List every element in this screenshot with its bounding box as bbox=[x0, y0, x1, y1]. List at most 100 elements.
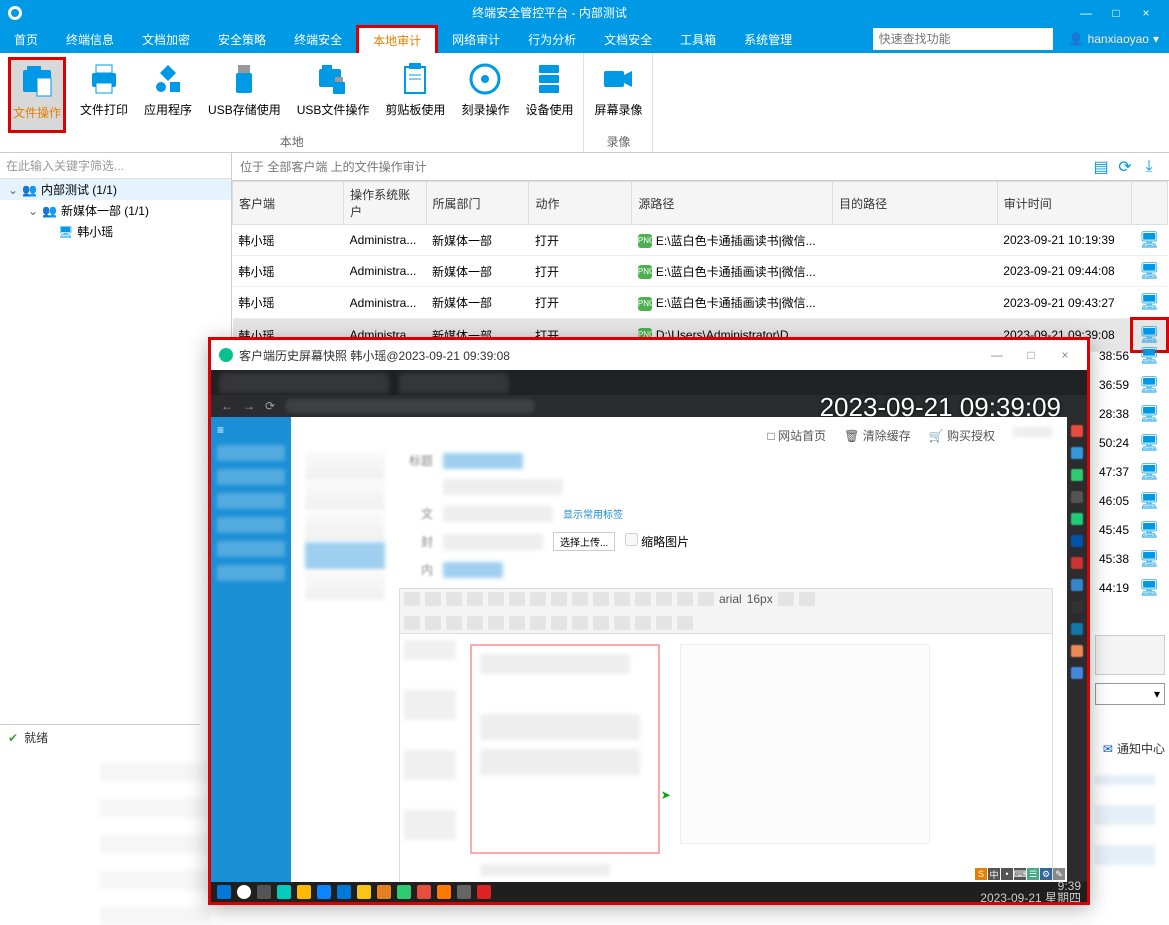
tree-filter[interactable]: 在此输入关键字筛选... bbox=[0, 153, 231, 179]
view-screenshot-icon[interactable]: 🖥 bbox=[1139, 462, 1159, 482]
view-screenshot-icon[interactable]: 🖥 bbox=[1139, 375, 1159, 395]
refresh-button[interactable]: ⟳ bbox=[1113, 157, 1137, 177]
taskview-icon bbox=[257, 885, 271, 899]
usb-file-icon bbox=[315, 61, 351, 97]
table-row[interactable]: 47:37🖥 bbox=[1079, 457, 1159, 486]
user-menu[interactable]: 👤 hanxiaoyao ▾ bbox=[1059, 25, 1169, 53]
popup-close[interactable]: × bbox=[1051, 348, 1079, 362]
menu-doc-security[interactable]: 文档安全 bbox=[590, 25, 666, 53]
explorer-icon bbox=[297, 885, 311, 899]
menu-security-policy[interactable]: 安全策略 bbox=[204, 25, 280, 53]
table-row[interactable]: 28:38🖥 bbox=[1079, 399, 1159, 428]
table-row[interactable]: 韩小瑶Administra...新媒体一部打开PNGE:\蓝白色卡通插画读书|微… bbox=[233, 256, 1168, 287]
apps-icon bbox=[150, 61, 186, 97]
table-row[interactable]: 46:05🖥 bbox=[1079, 486, 1159, 515]
menu-terminal-security[interactable]: 终端安全 bbox=[280, 25, 356, 53]
menu-doc-encrypt[interactable]: 文档加密 bbox=[128, 25, 204, 53]
page-size-select[interactable]: ▾ bbox=[1095, 683, 1165, 705]
menu-home[interactable]: 首页 bbox=[0, 25, 52, 53]
th-os[interactable]: 操作系统账户 bbox=[344, 182, 426, 225]
tree-dept[interactable]: ⌄👥新媒体一部 (1/1) bbox=[0, 200, 231, 221]
ribbon-usb-file[interactable]: USB文件操作 bbox=[295, 57, 372, 133]
ribbon-screen-record[interactable]: 屏幕录像 bbox=[592, 57, 644, 133]
group-icon: 👥 bbox=[42, 204, 57, 218]
view-screenshot-icon[interactable]: 🖥 bbox=[1139, 232, 1159, 249]
ss-sidebar: ≡ bbox=[211, 417, 291, 882]
view-screenshot-icon[interactable]: 🖥 bbox=[1139, 491, 1159, 511]
blurred-area bbox=[100, 755, 210, 925]
maximize-button[interactable]: □ bbox=[1101, 6, 1131, 20]
tree-root[interactable]: ⌄👥内部测试 (1/1) bbox=[0, 179, 231, 200]
monitor-icon: 🖥 bbox=[58, 225, 73, 239]
hamburger-icon: ≡ bbox=[217, 423, 285, 437]
ribbon-apps[interactable]: 应用程序 bbox=[142, 57, 194, 133]
table-row[interactable]: 38:56🖥 bbox=[1079, 341, 1159, 370]
menu-terminal-info[interactable]: 终端信息 bbox=[52, 25, 128, 53]
app-icon bbox=[219, 348, 233, 362]
menu-network-audit[interactable]: 网络审计 bbox=[438, 25, 514, 53]
th-src[interactable]: 源路径 bbox=[632, 182, 833, 225]
columns-button[interactable]: ▤ bbox=[1089, 157, 1113, 177]
ss-ime-bar: S 中 • ⌨ ☰ ⚙ ✎ bbox=[975, 868, 1065, 880]
view-screenshot-icon[interactable]: 🖥 bbox=[1139, 346, 1159, 366]
user-icon: 👤 bbox=[1069, 32, 1084, 46]
view-screenshot-icon[interactable]: 🖥 bbox=[1139, 404, 1159, 424]
notification-center[interactable]: ✉通知中心 bbox=[1103, 740, 1165, 757]
screenshot-popup: 客户端历史屏幕快照 韩小瑶@2023-09-21 09:39:08 — □ × … bbox=[208, 337, 1090, 905]
ribbon-device[interactable]: 设备使用 bbox=[523, 57, 575, 133]
th-action[interactable]: 动作 bbox=[529, 182, 632, 225]
th-dst[interactable]: 目的路径 bbox=[833, 182, 998, 225]
chevron-down-icon: ▾ bbox=[1153, 32, 1159, 46]
close-button[interactable]: × bbox=[1131, 6, 1161, 20]
view-screenshot-icon[interactable]: 🖥 bbox=[1139, 520, 1159, 540]
ss-tab bbox=[399, 373, 509, 393]
th-time[interactable]: 审计时间 bbox=[997, 182, 1131, 225]
quick-search-input[interactable] bbox=[879, 32, 1047, 46]
screenshot-content: ← → ⟳ 2023-09-21 09:39:09 ≡ □ 网站首页 🗑 清除缓… bbox=[211, 370, 1087, 902]
export-button[interactable]: ⤓ bbox=[1137, 158, 1161, 176]
back-icon: ← bbox=[221, 399, 233, 413]
ribbon-burn[interactable]: 刻录操作 bbox=[459, 57, 511, 133]
menu-behavior[interactable]: 行为分析 bbox=[514, 25, 590, 53]
app-icon bbox=[417, 885, 431, 899]
reload-icon: ⟳ bbox=[265, 399, 275, 413]
ribbon-file-ops[interactable]: 文件操作 bbox=[8, 57, 66, 133]
chevron-down-icon: ⌄ bbox=[28, 204, 38, 218]
chevron-down-icon: ⌄ bbox=[8, 183, 18, 197]
view-screenshot-icon[interactable]: 🖥 bbox=[1139, 549, 1159, 569]
minimize-button[interactable]: — bbox=[1071, 6, 1101, 20]
toplink-buy: 🛒 购买授权 bbox=[929, 427, 995, 444]
table-row[interactable]: 50:24🖥 bbox=[1079, 428, 1159, 457]
th-dept[interactable]: 所属部门 bbox=[426, 182, 529, 225]
view-screenshot-icon[interactable]: 🖥 bbox=[1139, 263, 1159, 280]
table-row[interactable]: 韩小瑶Administra...新媒体一部打开PNGE:\蓝白色卡通插画读书|微… bbox=[233, 287, 1168, 319]
toplink-clear: 🗑 清除缓存 bbox=[844, 427, 911, 444]
audit-table: 客户端 操作系统账户 所属部门 动作 源路径 目的路径 审计时间 韩小瑶Admi… bbox=[232, 181, 1169, 353]
quick-search[interactable] bbox=[873, 28, 1053, 50]
wps-icon bbox=[477, 885, 491, 899]
table-row[interactable]: 44:19🖥 bbox=[1079, 573, 1159, 602]
ribbon-clipboard[interactable]: 剪贴板使用 bbox=[383, 57, 447, 133]
popup-maximize[interactable]: □ bbox=[1017, 348, 1045, 362]
ribbon-file-print[interactable]: 文件打印 bbox=[78, 57, 130, 133]
vscroll[interactable] bbox=[1095, 635, 1165, 675]
ribbon-group-local-label: 本地 bbox=[280, 133, 304, 150]
popup-titlebar: 客户端历史屏幕快照 韩小瑶@2023-09-21 09:39:08 — □ × bbox=[211, 340, 1087, 370]
title-bar: 终端安全管控平台 - 内部测试 — □ × bbox=[0, 0, 1169, 25]
table-row[interactable]: 45:45🖥 bbox=[1079, 515, 1159, 544]
th-client[interactable]: 客户端 bbox=[233, 182, 344, 225]
view-screenshot-icon[interactable]: 🖥 bbox=[1139, 294, 1159, 311]
printer-icon bbox=[86, 61, 122, 97]
view-screenshot-icon[interactable]: 🖥 bbox=[1139, 578, 1159, 598]
view-screenshot-icon[interactable]: 🖥 bbox=[1139, 433, 1159, 453]
menu-system-mgmt[interactable]: 系统管理 bbox=[730, 25, 806, 53]
table-row[interactable]: 36:59🖥 bbox=[1079, 370, 1159, 399]
menu-local-audit[interactable]: 本地审计 bbox=[356, 25, 438, 53]
tree-client[interactable]: 🖥韩小瑶 bbox=[0, 221, 231, 242]
table-row[interactable]: 韩小瑶Administra...新媒体一部打开PNGE:\蓝白色卡通插画读书|微… bbox=[233, 225, 1168, 256]
menu-toolbox[interactable]: 工具箱 bbox=[666, 25, 730, 53]
app-icon bbox=[397, 885, 411, 899]
ribbon-usb-storage[interactable]: USB存储使用 bbox=[206, 57, 283, 133]
popup-minimize[interactable]: — bbox=[983, 348, 1011, 362]
table-row[interactable]: 45:38🖥 bbox=[1079, 544, 1159, 573]
